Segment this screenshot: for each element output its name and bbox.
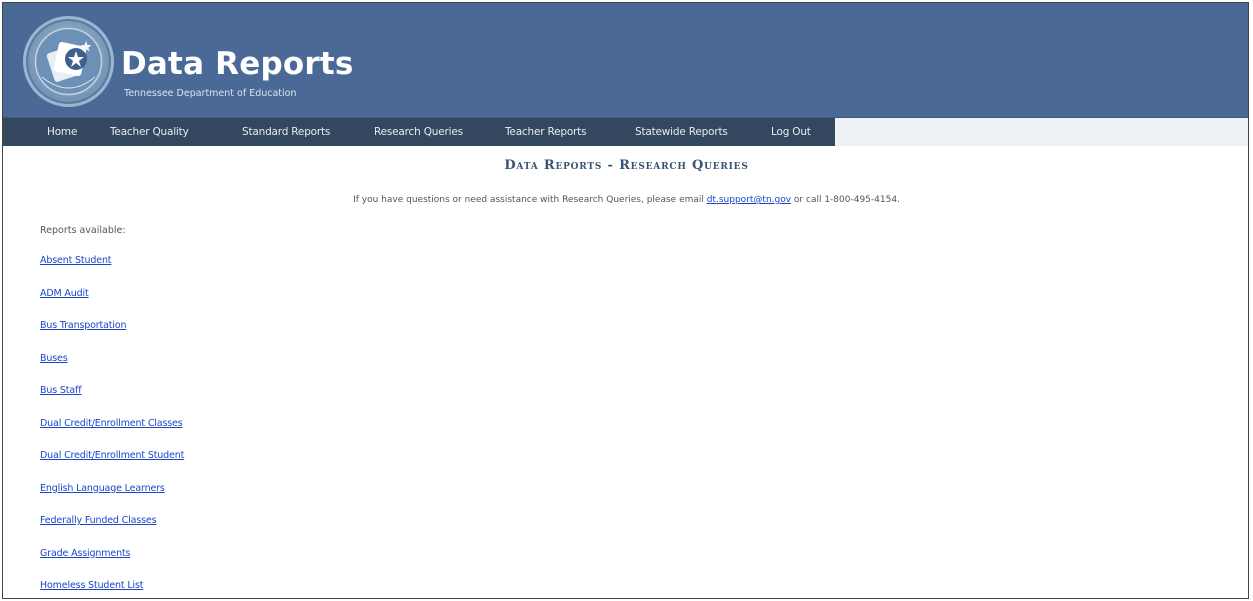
help-text-suffix: or call 1-800-495-4154. (791, 195, 900, 205)
report-link-homeless-student-list[interactable]: Homeless Student List (40, 580, 184, 598)
report-link-bus-staff[interactable]: Bus Staff (40, 385, 184, 418)
nav-teacher-reports[interactable]: Teacher Reports (505, 118, 587, 146)
report-link-buses[interactable]: Buses (40, 353, 184, 386)
nav-research-queries[interactable]: Research Queries (374, 118, 463, 146)
nav-spacer (835, 118, 1248, 146)
state-seal-icon (34, 27, 103, 96)
support-email-link[interactable]: dt.support@tn.gov (707, 195, 791, 205)
nav-teacher-quality[interactable]: Teacher Quality (110, 118, 189, 146)
nav-log-out[interactable]: Log Out (771, 118, 811, 146)
help-text: If you have questions or need assistance… (3, 195, 1248, 205)
nav-statewide-reports[interactable]: Statewide Reports (635, 118, 728, 146)
nav-standard-reports[interactable]: Standard Reports (242, 118, 330, 146)
nav-home[interactable]: Home (47, 118, 77, 146)
header-banner: Data Reports Tennessee Department of Edu… (3, 3, 1248, 118)
report-link-dual-credit-student[interactable]: Dual Credit/Enrollment Student (40, 450, 184, 483)
reports-available-label: Reports available: (40, 225, 126, 236)
app-subtitle: Tennessee Department of Education (124, 88, 297, 99)
help-text-prefix: If you have questions or need assistance… (353, 195, 707, 205)
report-list: Absent Student ADM Audit Bus Transportat… (40, 255, 184, 598)
report-link-absent-student[interactable]: Absent Student (40, 255, 184, 288)
report-link-bus-transportation[interactable]: Bus Transportation (40, 320, 184, 353)
report-link-adm-audit[interactable]: ADM Audit (40, 288, 184, 321)
report-link-dual-credit-classes[interactable]: Dual Credit/Enrollment Classes (40, 418, 184, 451)
main-nav: Home Teacher Quality Standard Reports Re… (3, 118, 1248, 146)
report-link-english-language-learners[interactable]: English Language Learners (40, 483, 184, 516)
browser-page: Data Reports Tennessee Department of Edu… (2, 2, 1249, 599)
page-title: Data Reports - Research Queries (504, 158, 749, 173)
report-link-federally-funded-classes[interactable]: Federally Funded Classes (40, 515, 184, 548)
app-title: Data Reports (121, 46, 354, 82)
state-seal-logo[interactable] (23, 16, 114, 107)
report-link-grade-assignments[interactable]: Grade Assignments (40, 548, 184, 581)
